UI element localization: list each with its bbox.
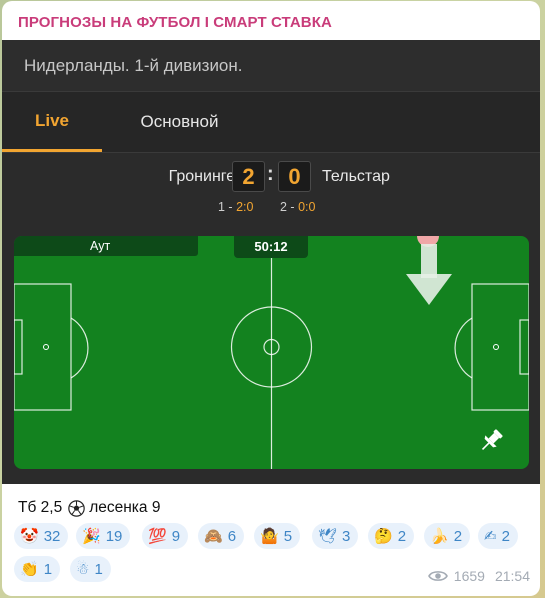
period-1-score: 1 - 2:0 [218, 200, 254, 214]
home-score: 2 [232, 161, 265, 192]
reaction-thinking[interactable]: 🤔 2 [368, 523, 415, 549]
post-text-start: Тб 2,5 [18, 499, 63, 516]
league-bar: Нидерланды. 1-й дивизион. [2, 40, 540, 92]
reaction-snowman[interactable]: ☃ 1 [70, 556, 111, 582]
eye-icon [427, 571, 448, 581]
league-name: Нидерланды. 1-й дивизион. [24, 55, 243, 75]
soccer-ball-icon [68, 499, 85, 517]
period-2-score: 2 - 0:0 [280, 200, 316, 214]
message-meta: 1659 21:54 [427, 568, 530, 584]
reaction-banana[interactable]: 🍌 2 [424, 523, 471, 549]
channel-title[interactable]: ПРОГНОЗЫ НА ФУТБОЛ І СМАРТ СТАВКА [18, 14, 332, 31]
reaction-hundred[interactable]: 💯 9 [142, 523, 189, 549]
pitch-view: Аут 50:12 [14, 236, 529, 469]
match-timer: 50:12 [234, 236, 308, 258]
message-bubble: ПРОГНОЗЫ НА ФУТБОЛ І СМАРТ СТАВКА Нидерл… [2, 1, 540, 596]
scoreboard: Гронинген 2 : 0 Тельстар 1 - 2:0 2 - 0:0 [2, 153, 540, 233]
score-separator: : [267, 163, 274, 185]
reaction-party[interactable]: 🎉 19 [76, 523, 131, 549]
away-team-name: Тельстар [322, 168, 390, 185]
match-widget[interactable]: Нидерланды. 1-й дивизион. Live Основной … [2, 40, 540, 484]
reaction-clown[interactable]: 🤡 32 [14, 523, 69, 549]
reaction-dove[interactable]: 🕊 3 [312, 523, 359, 549]
reaction-writing[interactable]: ✍ 2 [478, 523, 518, 549]
reaction-shrug[interactable]: 🤷 5 [254, 523, 301, 549]
away-score: 0 [278, 161, 311, 192]
view-count: 1659 [453, 568, 485, 584]
post-text-end: лесенка 9 [89, 499, 161, 516]
pin-icon[interactable] [477, 427, 505, 455]
post-text: Тб 2,5 лесенка 9 [18, 499, 160, 517]
event-label: Аут [14, 236, 198, 256]
reaction-clap[interactable]: 👏 1 [14, 556, 61, 582]
tab-live[interactable]: Live [2, 92, 102, 152]
tab-main[interactable]: Основной [102, 92, 257, 152]
tab-bar: Live Основной [2, 92, 540, 153]
message-time: 21:54 [494, 568, 530, 584]
reaction-monkey[interactable]: 🙈 6 [198, 523, 245, 549]
down-arrow-icon [406, 244, 452, 305]
